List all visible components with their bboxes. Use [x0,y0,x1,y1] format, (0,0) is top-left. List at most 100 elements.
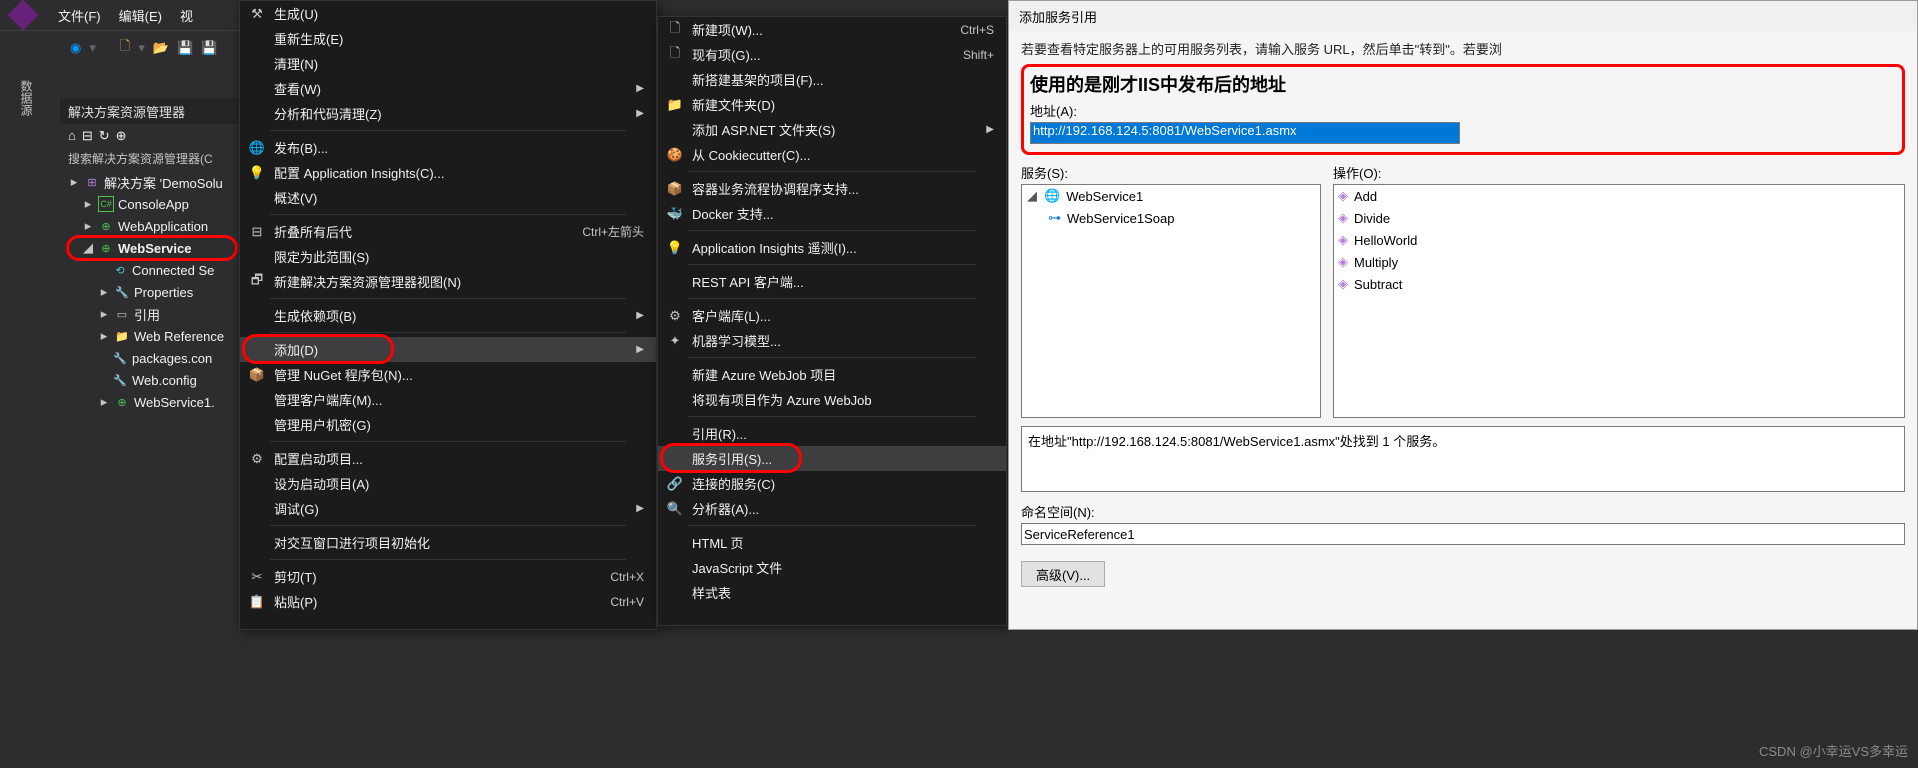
menu-item[interactable]: 📁新建文件夹(D) [658,92,1006,117]
operation-item[interactable]: ◈Divide [1334,207,1904,229]
refresh-icon[interactable]: ↻ [99,128,110,144]
project-webservice[interactable]: ◢⊕WebService [60,237,240,259]
menu-item[interactable]: ✦机器学习模型... [658,328,1006,353]
tree-item[interactable]: ▸🔧Properties [60,281,240,303]
open-icon[interactable]: 📂 [153,40,169,56]
services-list[interactable]: ◢🌐WebService1 ⊶WebService1Soap [1021,184,1321,418]
menu-item[interactable]: 管理客户端库(M)... [240,387,656,412]
service-root[interactable]: ◢🌐WebService1 [1022,185,1320,207]
menu-item[interactable]: 📦管理 NuGet 程序包(N)... [240,362,656,387]
tree-item[interactable]: ⟲Connected Se [60,259,240,281]
operations-list[interactable]: ◈Add◈Divide◈HelloWorld◈Multiply◈Subtract [1333,184,1905,418]
menu-item[interactable]: 清理(N) [240,51,656,76]
tree-item[interactable]: ▸▭引用 [60,303,240,325]
menu-item[interactable]: ⚙配置启动项目... [240,446,656,471]
chevron-right-icon: ▶ [628,83,644,94]
menu-item-label: 连接的服务(C) [686,474,994,493]
menu-item[interactable]: 调试(G)▶ [240,496,656,521]
menu-item-label: 新搭建基架的项目(F)... [686,70,994,89]
project-node[interactable]: ▸C#ConsoleApp [60,193,240,215]
tree-item[interactable]: ▸⊕WebService1. [60,391,240,413]
menu-item[interactable]: ⚒生成(U) [240,1,656,26]
service-child[interactable]: ⊶WebService1Soap [1022,207,1320,229]
menu-item[interactable]: 概述(V) [240,185,656,210]
save-icon[interactable]: 💾 [177,40,193,56]
menu-item[interactable]: 对交互窗口进行项目初始化 [240,530,656,555]
menu-item[interactable]: 🌐发布(B)... [240,135,656,160]
tree-item[interactable]: 🔧Web.config [60,369,240,391]
datasources-tab[interactable]: 数据源 [18,80,35,116]
project-node[interactable]: ▸⊕WebApplication [60,215,240,237]
menu-item-label: 新建项(W)... [686,20,960,39]
namespace-input[interactable] [1021,523,1905,545]
menu-item[interactable]: 限定为此范围(S) [240,244,656,269]
menu-item[interactable]: 新搭建基架的项目(F)... [658,67,1006,92]
save-all-icon[interactable]: 💾 [201,40,217,56]
cube-icon: ◈ [1338,254,1348,270]
menu-item[interactable]: 分析和代码清理(Z)▶ [240,101,656,126]
menu-item[interactable]: ✂剪切(T)Ctrl+X [240,564,656,589]
menu-item[interactable]: 🍪从 Cookiecutter(C)... [658,142,1006,167]
add-service-reference-dialog: 添加服务引用 若要查看特定服务器上的可用服务列表，请输入服务 URL，然后单击"… [1008,0,1918,630]
menu-item-label: JavaScript 文件 [686,558,994,577]
menu-item[interactable]: 🗋新建项(W)...Ctrl+S [658,17,1006,42]
menu-item[interactable]: 样式表 [658,580,1006,605]
menu-item[interactable]: 💡配置 Application Insights(C)... [240,160,656,185]
menu-item[interactable]: 查看(W)▶ [240,76,656,101]
menu-item[interactable]: 服务引用(S)... [658,446,1006,471]
menu-item[interactable]: 📋粘贴(P)Ctrl+V [240,589,656,614]
menu-item[interactable]: 将现有项目作为 Azure WebJob [658,387,1006,412]
menu-item[interactable]: 生成依赖项(B)▶ [240,303,656,328]
address-input[interactable]: http://192.168.124.5:8081/WebService1.as… [1030,122,1460,144]
menu-item-label: 新建 Azure WebJob 项目 [686,365,994,384]
menu-item-label: 查看(W) [268,79,628,98]
menu-item[interactable]: HTML 页 [658,530,1006,555]
menu-item[interactable]: REST API 客户端... [658,269,1006,294]
filter-icon[interactable]: ⊕ [116,128,127,144]
menu-item[interactable]: 📦容器业务流程协调程序支持... [658,176,1006,201]
tree-item[interactable]: ▸📁Web Reference [60,325,240,347]
panel-title: 解决方案资源管理器 [60,98,240,124]
menu-edit[interactable]: 编辑(E) [119,6,162,25]
menu-item[interactable]: 💡Application Insights 遥测(I)... [658,235,1006,260]
menu-item[interactable]: 添加 ASP.NET 文件夹(S)▶ [658,117,1006,142]
operation-item[interactable]: ◈Multiply [1334,251,1904,273]
references-icon: ▭ [114,306,130,322]
web-icon: ⊕ [98,218,114,234]
menu-item[interactable]: 添加(D)▶ [240,337,656,362]
advanced-button[interactable]: 高级(V)... [1021,561,1105,587]
menu-item[interactable]: 管理用户机密(G) [240,412,656,437]
menu-item[interactable]: 🗋现有项(G)...Shift+ [658,42,1006,67]
menu-item[interactable]: 🔗连接的服务(C) [658,471,1006,496]
menu-item[interactable]: 🗗新建解决方案资源管理器视图(N) [240,269,656,294]
docker-icon: 🐳 [664,206,686,222]
menu-item[interactable]: 新建 Azure WebJob 项目 [658,362,1006,387]
menu-item[interactable]: ⊟折叠所有后代Ctrl+左箭头 [240,219,656,244]
operation-item[interactable]: ◈Subtract [1334,273,1904,295]
menu-item[interactable]: ⚙客户端库(L)... [658,303,1006,328]
operation-item[interactable]: ◈Add [1334,185,1904,207]
menu-item-label: REST API 客户端... [686,272,994,291]
menu-item-label: 配置 Application Insights(C)... [268,163,644,182]
nav-back-icon[interactable]: ◉ [70,40,81,56]
status-text: 在地址"http://192.168.124.5:8081/WebService… [1021,426,1905,492]
menu-item-label: 现有项(G)... [686,45,963,64]
menu-item[interactable]: 设为启动项目(A) [240,471,656,496]
solution-node[interactable]: ▸⊞解决方案 'DemoSolu [60,171,240,193]
menu-view[interactable]: 视 [180,6,193,25]
cookie-icon: 🍪 [664,147,686,163]
menu-item[interactable]: 重新生成(E) [240,26,656,51]
search-input[interactable]: 搜索解决方案资源管理器(C [60,148,240,169]
menu-item[interactable]: JavaScript 文件 [658,555,1006,580]
menu-file[interactable]: 文件(F) [58,6,101,25]
menu-item[interactable]: 🐳Docker 支持... [658,201,1006,226]
tree-item[interactable]: 🔧packages.con [60,347,240,369]
menu-item[interactable]: 🔍分析器(A)... [658,496,1006,521]
new-icon[interactable]: 🗋 [120,37,130,59]
gear-icon: ⚙ [246,451,268,467]
menu-item-label: Application Insights 遥测(I)... [686,238,994,257]
home-icon[interactable]: ⌂ [68,128,76,144]
operation-item[interactable]: ◈HelloWorld [1334,229,1904,251]
collapse-icon[interactable]: ⊟ [82,128,93,144]
menu-item[interactable]: 引用(R)... [658,421,1006,446]
